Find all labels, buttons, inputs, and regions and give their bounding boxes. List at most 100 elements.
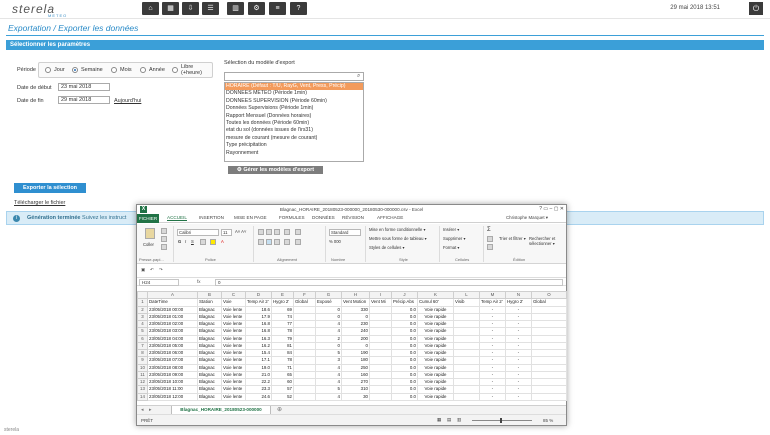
cell[interactable] [453,377,480,387]
period-radio-annee[interactable] [140,67,146,73]
cell[interactable]: 23/05/2018 06:00 [147,348,198,358]
borders-icon[interactable] [200,239,206,245]
save-icon[interactable]: ▣ [141,267,145,273]
cell[interactable] [453,341,480,351]
cell[interactable]: 270 [341,377,370,387]
cell[interactable]: Voie lente [221,377,246,387]
cell[interactable] [531,341,567,351]
formula-input[interactable]: 0 [215,279,563,286]
start-date-input[interactable]: 23 mai 2018 [58,83,110,91]
row-header[interactable]: 13 [137,385,148,394]
cell[interactable]: Voie rapide [417,312,454,322]
manage-models-button[interactable]: ⚙ Gérer les modèles d'export [228,166,323,174]
cell[interactable]: Blagnac [197,356,222,365]
cell[interactable]: 16.2 [245,341,272,351]
cell[interactable]: 74 [271,312,294,322]
indent-icon[interactable] [284,239,290,245]
cell[interactable]: 23/05/2018 11:00 [147,385,198,394]
conditional-format-button[interactable]: Mise en forme conditionnelle ▾ [369,227,426,232]
grid-icon[interactable]: ▦ [162,2,179,15]
cell[interactable]: 190 [341,348,370,358]
cell[interactable]: - [505,327,532,336]
cell[interactable]: Voie lente [221,312,246,322]
cell[interactable]: 310 [341,385,370,394]
cell[interactable] [293,305,316,314]
zoom-level[interactable]: 85 % [543,418,553,423]
cell[interactable] [369,392,392,401]
cell[interactable]: 200 [341,334,370,343]
cell[interactable]: 0 [315,312,342,322]
cell[interactable]: Précip Abs [391,298,418,307]
zoom-slider[interactable] [472,420,532,421]
cell[interactable]: 81 [271,341,294,351]
cell[interactable]: 57 [271,385,294,394]
percent-icon[interactable]: % 000 [329,239,341,244]
cell[interactable] [293,377,316,387]
cell[interactable] [293,341,316,351]
cell[interactable]: Voie lente [221,356,246,365]
cell[interactable]: DateTime [147,298,198,307]
cell[interactable] [453,327,480,336]
cell[interactable]: - [505,341,532,351]
cell[interactable]: Voie rapide [417,385,454,394]
tab-review[interactable]: RÉVISION [342,215,364,220]
row-header[interactable]: 6 [137,334,148,343]
cell[interactable]: 71 [271,363,294,372]
row-header[interactable]: 11 [137,370,148,380]
wrap-text-icon[interactable] [295,229,301,235]
cell[interactable] [453,348,480,358]
model-item[interactable]: Rayonnement [225,150,363,157]
cell[interactable] [531,370,567,380]
font-grow-icon[interactable]: A˄ A˅ [235,229,246,234]
column-header[interactable]: L [453,290,480,300]
cell[interactable]: 23/05/2018 01:00 [147,312,198,322]
column-header[interactable]: E [271,290,294,300]
export-button[interactable]: Exporter la sélection [14,183,86,193]
cell[interactable]: 0 [341,341,370,351]
font-size-select[interactable]: 11 [221,229,232,236]
column-header[interactable]: A [147,290,198,300]
view-normal-icon[interactable]: ▦ [437,417,441,423]
cell[interactable]: 23/05/2018 07:00 [147,356,198,365]
tab-formulas[interactable]: FORMULES [279,215,305,220]
cell[interactable]: - [505,392,532,401]
cell[interactable]: - [479,312,506,322]
cell[interactable]: 0.0 [391,385,418,394]
row-header[interactable]: 7 [137,341,148,351]
cell[interactable]: Voie rapide [417,363,454,372]
cell[interactable] [531,363,567,372]
align-bottom-icon[interactable] [274,229,280,235]
cell[interactable] [293,312,316,322]
cell[interactable]: Voie lente [221,370,246,380]
cell[interactable]: - [505,312,532,322]
model-item[interactable]: DONNEES SUPERVISION (Période 60min) [225,98,363,105]
cell[interactable] [293,348,316,358]
cell[interactable]: 0 [341,312,370,322]
help-icon[interactable]: ? [290,2,307,15]
column-header[interactable] [137,290,148,300]
insert-cells-button[interactable]: Insérer ▾ [443,227,459,232]
cell[interactable]: Voie lente [221,327,246,336]
find-select-button[interactable]: Rechercher et sélectionner ▾ [529,236,565,246]
cell[interactable]: Voie lente [221,363,246,372]
menu-icon[interactable]: ≡ [269,2,286,15]
cell[interactable]: 15.4 [245,348,272,358]
row-header[interactable]: 9 [137,356,148,365]
model-item[interactable]: Toutes les données (Période 60min) [225,120,363,127]
cell[interactable] [369,348,392,358]
cell[interactable]: Blagnac [197,377,222,387]
row-header[interactable]: 3 [137,312,148,322]
clear-icon[interactable] [487,244,493,250]
align-center-icon[interactable] [266,239,272,245]
cell[interactable]: 250 [341,363,370,372]
cell[interactable]: 23/05/2018 09:00 [147,370,198,380]
cell-styles-button[interactable]: Styles de cellules ▾ [369,245,405,250]
cell[interactable]: Voie rapide [417,377,454,387]
row-header[interactable]: 12 [137,377,148,387]
chart-icon[interactable]: ▥ [227,2,244,15]
cell[interactable]: - [505,348,532,358]
cell[interactable]: 23/05/2018 05:00 [147,341,198,351]
redo-icon[interactable]: ↷ [159,267,163,273]
cell[interactable]: 69 [271,305,294,314]
tab-insert[interactable]: INSERTION [199,215,224,220]
